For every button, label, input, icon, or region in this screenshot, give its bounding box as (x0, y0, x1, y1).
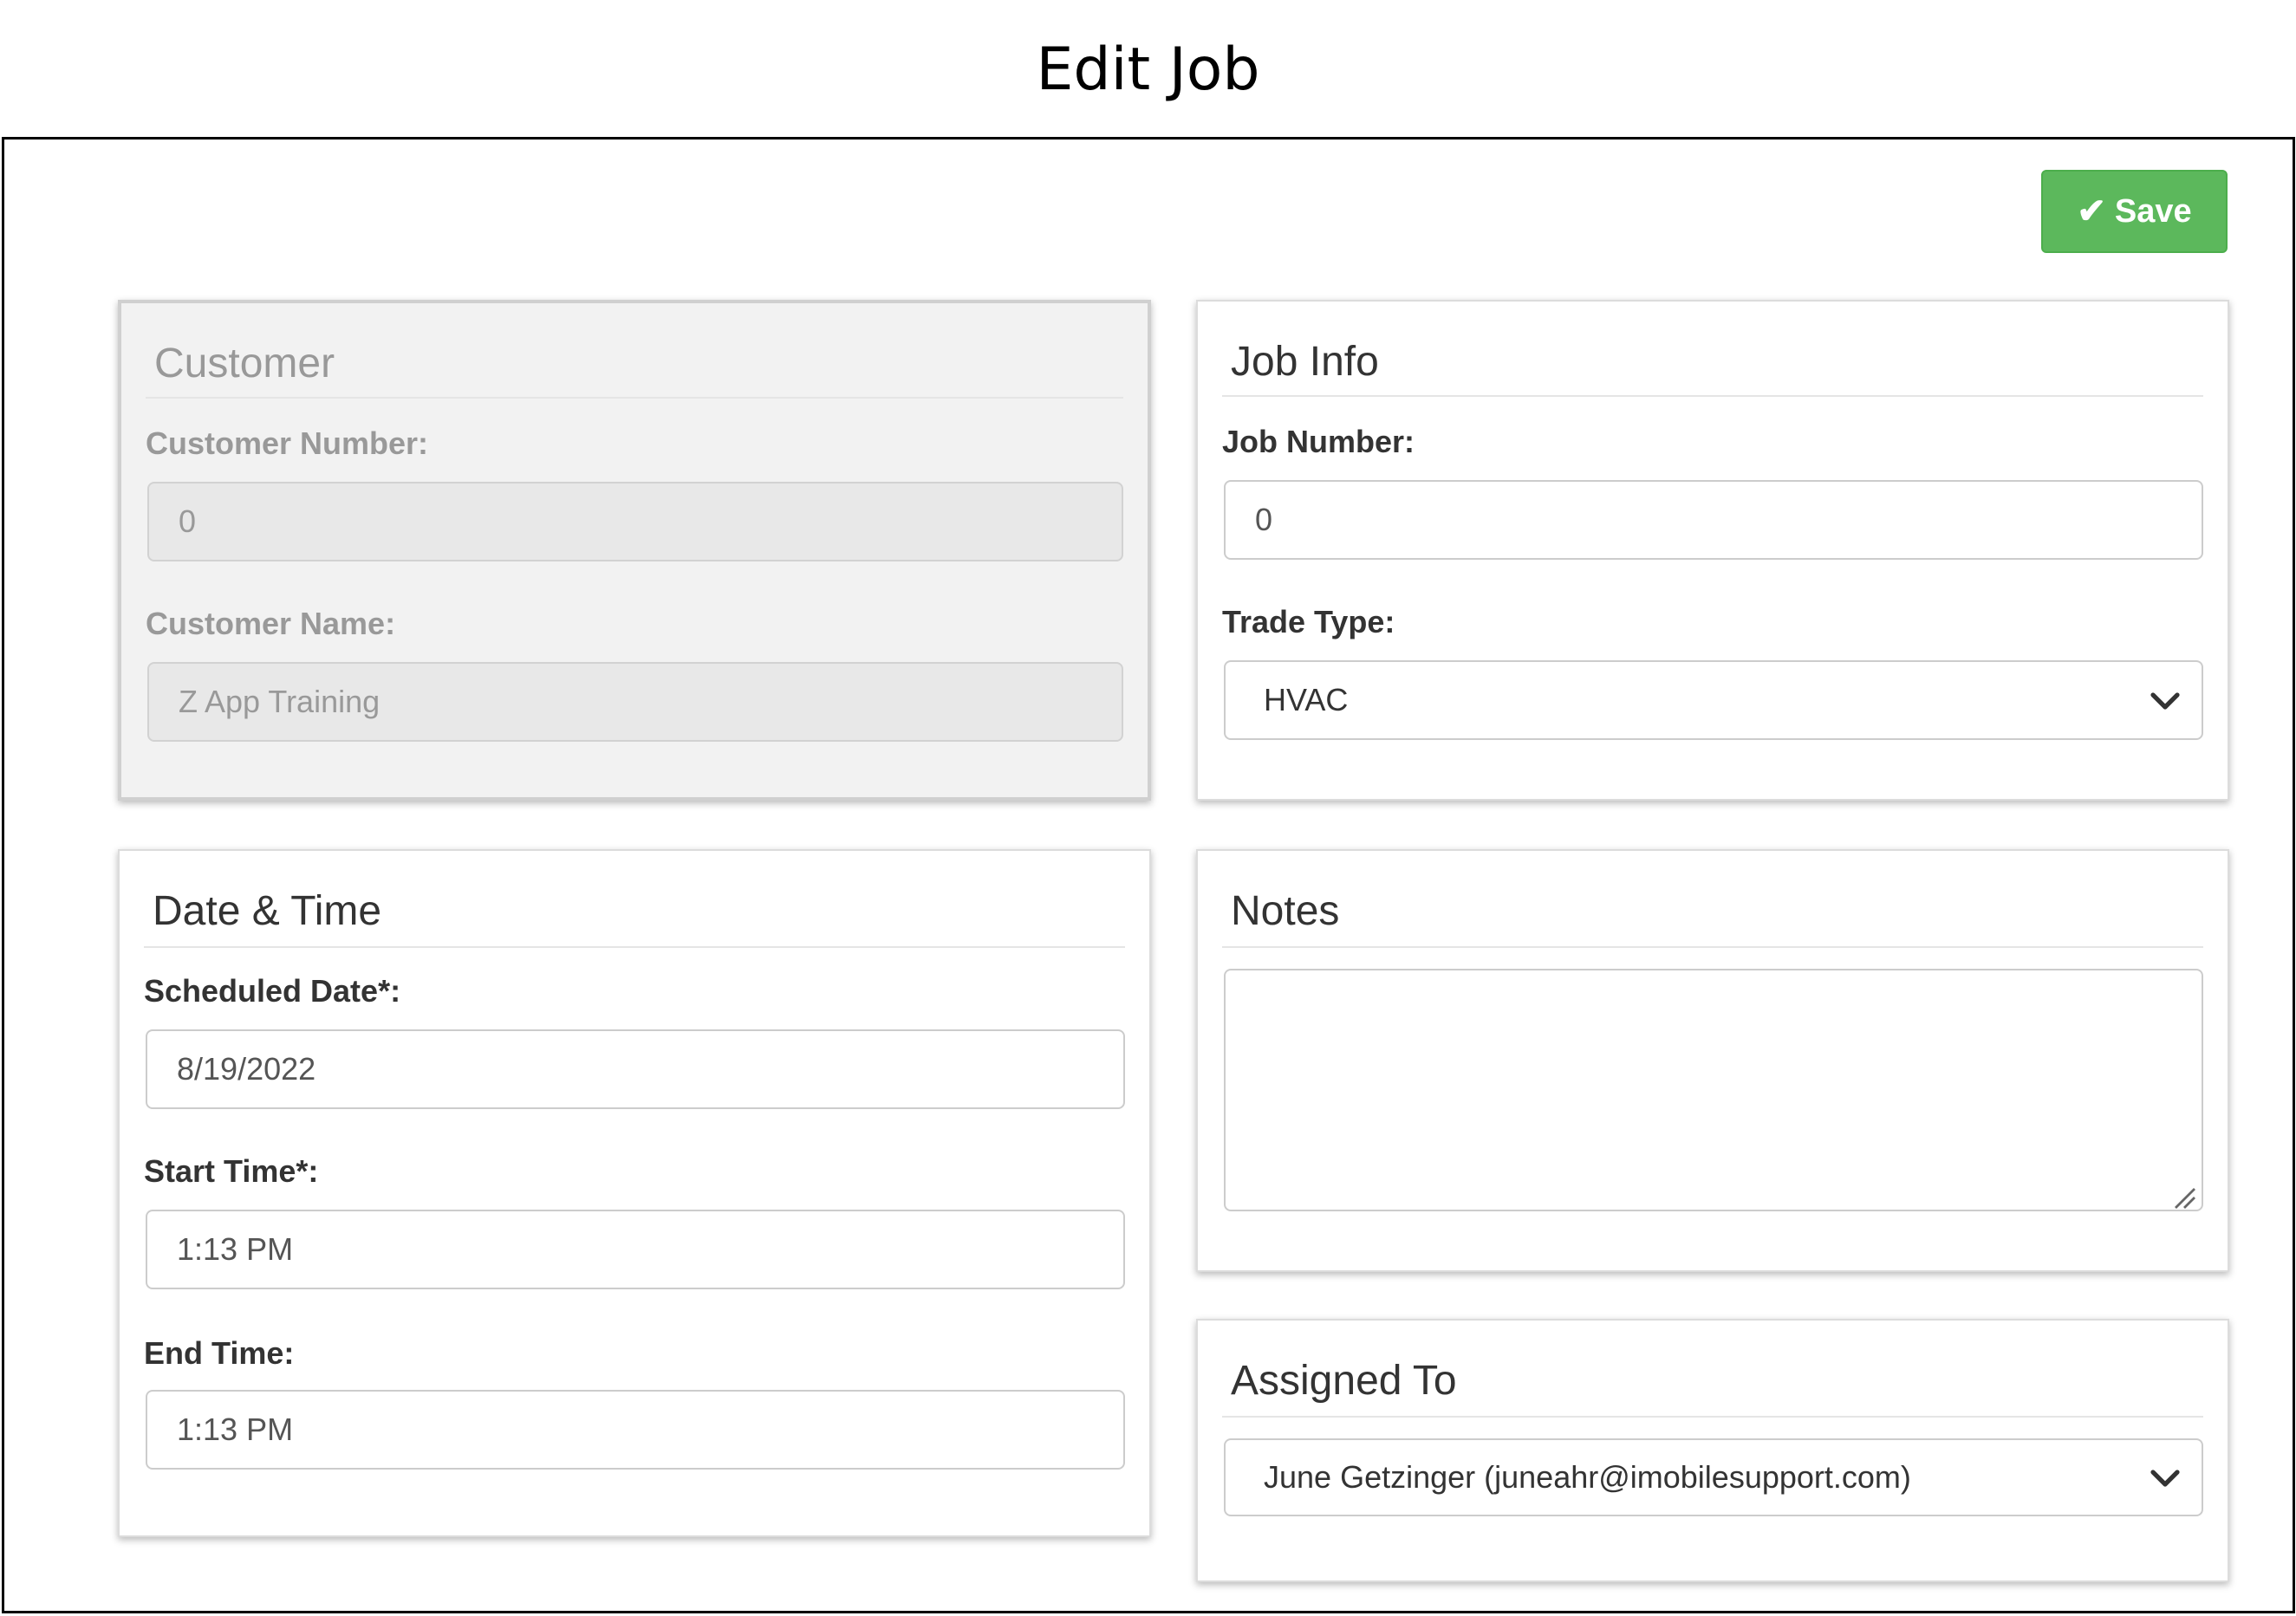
start-time-label: Start Time*: (144, 1153, 319, 1189)
job-info-panel-title: Job Info (1231, 339, 1379, 385)
customer-name-field: Z App Training (147, 662, 1123, 742)
check-icon: ✔ (2077, 192, 2106, 230)
notes-panel-divider (1222, 946, 2203, 948)
job-info-panel-divider (1222, 395, 2203, 397)
customer-panel-title: Customer (154, 341, 335, 386)
assigned-to-panel-title: Assigned To (1231, 1358, 1457, 1404)
save-button[interactable]: ✔ Save (2041, 170, 2228, 253)
job-number-label: Job Number: (1222, 424, 1415, 459)
notes-panel: Notes (1196, 849, 2229, 1272)
trade-type-select[interactable]: HVAC (1224, 660, 2203, 740)
date-time-panel: Date & Time Scheduled Date*: 8/19/2022 S… (118, 849, 1151, 1537)
assigned-to-panel-divider (1222, 1416, 2203, 1418)
assigned-to-panel: Assigned To June Getzinger (juneahr@imob… (1196, 1319, 2229, 1582)
date-time-panel-title: Date & Time (153, 888, 382, 934)
job-info-panel: Job Info Job Number: 0 Trade Type: HVAC (1196, 300, 2229, 801)
save-button-label: Save (2114, 192, 2192, 230)
assigned-to-select[interactable]: June Getzinger (juneahr@imobilesupport.c… (1224, 1438, 2203, 1516)
customer-name-label: Customer Name: (146, 606, 396, 641)
date-time-panel-divider (144, 946, 1125, 948)
end-time-input[interactable]: 1:13 PM (146, 1390, 1125, 1470)
chevron-down-icon (2150, 692, 2180, 710)
notes-textarea[interactable] (1224, 969, 2203, 1211)
chevron-down-icon (2150, 1470, 2180, 1487)
trade-type-label: Trade Type: (1222, 604, 1395, 639)
notes-panel-title: Notes (1231, 888, 1340, 934)
customer-number-field: 0 (147, 482, 1123, 561)
job-number-input[interactable]: 0 (1224, 480, 2203, 560)
resize-grip-icon[interactable] (2172, 1185, 2196, 1210)
end-time-label: End Time: (144, 1335, 295, 1371)
start-time-input[interactable]: 1:13 PM (146, 1210, 1125, 1289)
assigned-to-value: June Getzinger (juneahr@imobilesupport.c… (1264, 1459, 1911, 1495)
trade-type-value: HVAC (1264, 682, 1349, 717)
customer-number-label: Customer Number: (146, 425, 429, 461)
customer-panel: Customer Customer Number: 0 Customer Nam… (118, 300, 1151, 801)
page-title: Edit Job (1036, 36, 1260, 104)
customer-panel-divider (146, 397, 1123, 399)
scheduled-date-label: Scheduled Date*: (144, 973, 401, 1009)
scheduled-date-input[interactable]: 8/19/2022 (146, 1029, 1125, 1109)
